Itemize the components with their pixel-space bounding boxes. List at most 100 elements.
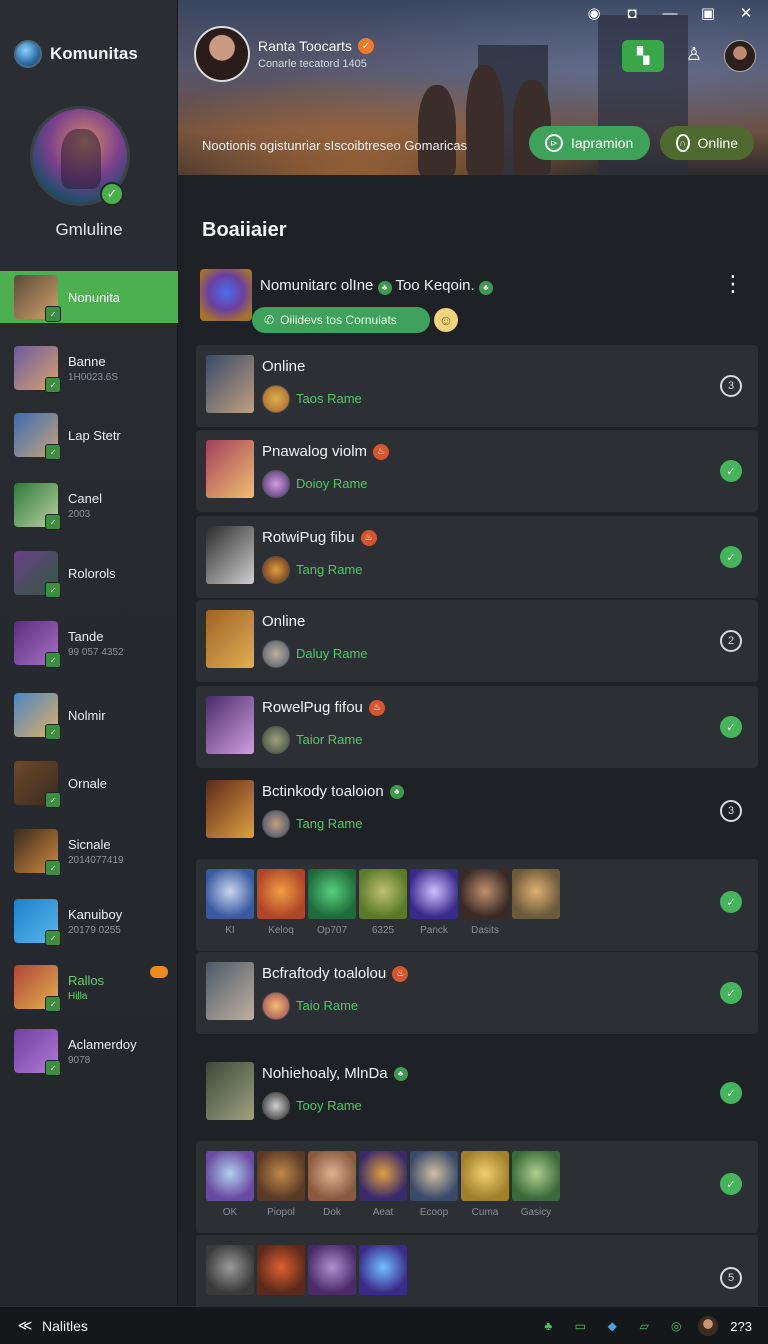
sidebar-item[interactable]: ✓ Nolmir: [0, 686, 178, 744]
checkmark-icon[interactable]: ✓: [720, 982, 742, 1004]
user-subtitle: Conarle tecatord 1405: [258, 58, 367, 70]
gem-icon[interactable]: ◆: [602, 1316, 622, 1336]
more-options-icon[interactable]: ⋮: [722, 273, 744, 299]
game-tile-label: Cuma: [471, 1207, 499, 1218]
game-tile[interactable]: Cuma: [461, 1151, 509, 1218]
account-avatar[interactable]: [724, 40, 756, 72]
game-tile-label: OK: [222, 1207, 238, 1218]
checkmark-icon[interactable]: ✓: [720, 891, 742, 913]
checkmark-icon[interactable]: ✓: [720, 1173, 742, 1195]
bottom-title-group[interactable]: ≪ Nalitles: [16, 1317, 88, 1335]
user-icon[interactable]: ♙: [682, 44, 706, 68]
sidebar-item[interactable]: ✓ Rallos Hilla: [0, 958, 178, 1016]
game-tile[interactable]: Dasits: [461, 869, 509, 936]
sidebar-item-subtitle: Hilla: [68, 990, 88, 1002]
game-avatar: [262, 385, 290, 413]
checkmark-icon[interactable]: ✓: [720, 1082, 742, 1104]
sidebar-item[interactable]: ✓ Banne 1H0023.6S: [0, 339, 178, 397]
game-tile[interactable]: Op707: [308, 869, 356, 936]
tray-avatar[interactable]: [698, 1316, 719, 1336]
sidebar-item-title: Kanuiboy: [68, 906, 123, 922]
activity-card[interactable]: Bctinkody toaloion ♣ Tang Rame 3: [196, 770, 758, 852]
game-tile[interactable]: KI: [206, 869, 254, 936]
sidebar-item-text: Tande 99 057 4352: [68, 629, 124, 658]
sidebar-item[interactable]: ✓ Kanuiboy 20179 0255: [0, 892, 178, 950]
featured-item[interactable]: Nomunitarc olIne ♣ Too Keqoin. ♣ ✆ Oiiid…: [198, 267, 758, 339]
game-tile[interactable]: [308, 1245, 356, 1295]
featured-pill-button[interactable]: ✆ Oiiidevs tos Cornuiats: [252, 307, 430, 333]
pending-icon[interactable]: 2: [720, 630, 742, 652]
checkmark-icon[interactable]: ✓: [720, 546, 742, 568]
sidebar-item-thumbnail: ✓: [14, 621, 61, 668]
game-tile[interactable]: [359, 1245, 407, 1295]
import-button[interactable]: ⊳ Iapramion: [529, 126, 650, 160]
activity-card[interactable]: Bcfraftody toalolou ♨ Taio Rame ✓: [196, 952, 758, 1034]
controller-icon[interactable]: ◎: [666, 1316, 686, 1336]
game-tile-label: KI: [225, 925, 235, 936]
maximize-icon[interactable]: ▣: [698, 4, 718, 24]
game-grid: OK Piopol Dok Aeat Ecoop Cuma Gasicy: [206, 1151, 560, 1218]
card-game-name: Tang Rame: [296, 816, 363, 831]
sidebar-item[interactable]: ✓ Lap Stetr: [0, 406, 178, 464]
game-tile-thumbnail: [410, 1151, 458, 1201]
sidebar-item[interactable]: ✓ Nonunita: [0, 271, 178, 323]
checkmark-icon[interactable]: ✓: [720, 716, 742, 738]
game-avatar: [262, 556, 290, 584]
game-tile[interactable]: Aeat: [359, 1151, 407, 1218]
pending-icon[interactable]: 5: [720, 1267, 742, 1289]
sidebar-item[interactable]: ✓ Rolorols: [0, 544, 178, 602]
emoji-icon[interactable]: ☺: [434, 308, 458, 332]
activity-card[interactable]: Online Daluy Rame 2: [196, 600, 758, 682]
sidebar-item-thumbnail: ✓: [14, 346, 61, 393]
sidebar-item[interactable]: ✓ Aclamerdoy 9078: [0, 1022, 178, 1080]
card-icon[interactable]: ▱: [634, 1316, 654, 1336]
leaf-icon: ♣: [478, 280, 493, 295]
activity-card[interactable]: Nohiehoaly, MlnDa ♣ Tooy Rame ✓: [196, 1052, 758, 1134]
game-tile[interactable]: [257, 1245, 305, 1295]
game-grid-card[interactable]: OK Piopol Dok Aeat Ecoop Cuma Gasicy ✓: [196, 1141, 758, 1233]
user-name-row: Ranta Toocarts ✓: [258, 38, 374, 54]
game-tile[interactable]: [512, 869, 560, 936]
game-tile[interactable]: [206, 1245, 254, 1295]
brand-logo-icon: [14, 40, 42, 68]
activity-card[interactable]: Online Taos Rame 3: [196, 345, 758, 427]
sidebar-item-thumbnail: ✓: [14, 965, 61, 1012]
dashboard-icon[interactable]: ▚: [622, 40, 664, 72]
game-tile-thumbnail: [512, 869, 560, 919]
pending-icon[interactable]: 3: [720, 800, 742, 822]
sidebar-item-text: Nolmir: [68, 708, 106, 723]
card-game-name: Taio Rame: [296, 998, 359, 1013]
activity-card[interactable]: Pnawalog violm ♨ Doioy Rame ✓: [196, 430, 758, 512]
user-card[interactable]: Ranta Toocarts ✓ Conarle tecatord 1405: [194, 26, 374, 82]
game-tile[interactable]: 6325: [359, 869, 407, 936]
game-tile-label: Keloq: [268, 925, 294, 936]
activity-card[interactable]: RotwiPug fibu ♨ Tang Rame ✓: [196, 516, 758, 598]
close-icon[interactable]: ✕: [736, 4, 756, 24]
club-icon[interactable]: ♣: [538, 1316, 558, 1336]
notification-icon[interactable]: ◘: [622, 4, 642, 24]
checkmark-icon[interactable]: ✓: [720, 460, 742, 482]
game-tile[interactable]: OK: [206, 1151, 254, 1218]
activity-card[interactable]: RowelPug fifou ♨ Taior Rame ✓: [196, 686, 758, 768]
pending-icon[interactable]: 3: [720, 375, 742, 397]
minimize-icon[interactable]: —: [660, 4, 680, 24]
game-tile[interactable]: Ecoop: [410, 1151, 458, 1218]
game-tile[interactable]: Panck: [410, 869, 458, 936]
sidebar-item[interactable]: ✓ Canel 2003: [0, 476, 178, 534]
screen-icon[interactable]: ▭: [570, 1316, 590, 1336]
brand[interactable]: Komunitas: [14, 38, 138, 70]
game-tile[interactable]: Dok: [308, 1151, 356, 1218]
card-title-row: Nohiehoaly, MlnDa ♣: [262, 1065, 408, 1082]
game-tile[interactable]: Gasicy: [512, 1151, 560, 1218]
fire-icon: ♨: [360, 529, 377, 546]
game-grid-card[interactable]: KI Keloq Op707 6325 Panck Dasits ✓: [196, 859, 758, 951]
sidebar-item[interactable]: ✓ Ornale: [0, 754, 178, 812]
online-button[interactable]: ∩ Online: [660, 126, 754, 160]
sidebar-item[interactable]: ✓ Sicnale 2014077419: [0, 822, 178, 880]
game-tile[interactable]: Keloq: [257, 869, 305, 936]
game-tile[interactable]: Piopol: [257, 1151, 305, 1218]
game-avatar: [262, 1092, 290, 1120]
game-tile-label: Ecoop: [419, 1207, 449, 1218]
sidebar-item[interactable]: ✓ Tande 99 057 4352: [0, 614, 178, 672]
record-icon[interactable]: ◉: [584, 4, 604, 24]
